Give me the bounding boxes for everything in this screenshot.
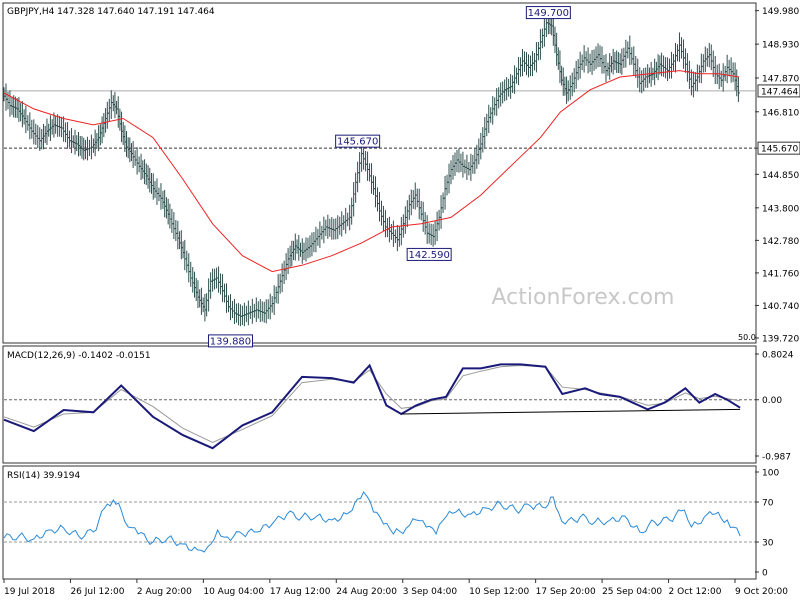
price-tick-label: 140.740 bbox=[762, 302, 799, 312]
x-tick-label: 10 Aug 04:00 bbox=[203, 587, 264, 597]
x-tick-label: 17 Sep 20:00 bbox=[536, 587, 596, 597]
rsi-title: RSI(14) 39.9194 bbox=[7, 471, 80, 481]
watermark: ActionForex.com bbox=[492, 285, 675, 310]
x-tick-label: 9 Oct 20:00 bbox=[735, 587, 788, 597]
price-marker-label: 145.670 bbox=[761, 145, 798, 155]
price-marker: 145.670 bbox=[757, 141, 800, 155]
price-annotation: 142.590 bbox=[406, 247, 452, 261]
price-tick-label: 144.850 bbox=[762, 171, 799, 181]
x-tick-label: 25 Sep 04:00 bbox=[602, 587, 662, 597]
macd-panel bbox=[2, 345, 757, 464]
macd-tick-label: 0.00 bbox=[762, 396, 782, 406]
x-axis: 19 Jul 2018 26 Jul 12:00 2 Aug 20:00 10 Aug… bbox=[3, 579, 788, 597]
x-tick-label: 2 Oct 12:00 bbox=[669, 587, 722, 597]
price-annotation: 149.700 bbox=[525, 6, 571, 19]
x-tick-label: 10 Sep 12:00 bbox=[469, 587, 529, 597]
price-annotation: 139.880 bbox=[207, 334, 253, 348]
x-tick-label: 2 Aug 20:00 bbox=[137, 587, 192, 597]
x-tick-label: 26 Jul 12:00 bbox=[70, 587, 124, 597]
price-tick-label: 141.760 bbox=[762, 269, 799, 279]
price-tick-label: 142.780 bbox=[762, 237, 799, 247]
annotation-label: 145.670 bbox=[337, 137, 378, 148]
rsi-tick-label: 70 bbox=[762, 499, 774, 509]
annotation-label: 142.590 bbox=[408, 250, 449, 261]
rsi-tick-label: 0 bbox=[762, 569, 768, 579]
price-tick-label: 147.870 bbox=[762, 74, 799, 84]
macd-y-axis: 0.8024 0.00 -0.987 bbox=[755, 351, 794, 463]
price-tick-label: 143.800 bbox=[762, 204, 799, 214]
price-marker: 147.464 bbox=[757, 84, 800, 98]
corner-label: 50.0 bbox=[738, 333, 756, 342]
x-tick-label: 19 Jul 2018 bbox=[4, 587, 55, 597]
annotation-label: 139.880 bbox=[210, 336, 251, 347]
price-y-axis: 149.980 148.930 147.870 146.810 145.670 144.8… bbox=[755, 7, 800, 345]
annotation-label: 149.700 bbox=[528, 8, 569, 19]
macd-title: MACD(12,26,9) -0.1402 -0.0151 bbox=[7, 351, 151, 361]
rsi-panel bbox=[2, 465, 757, 580]
rsi-y-axis: 100 70 30 0 bbox=[755, 469, 779, 579]
rsi-tick-label: 100 bbox=[762, 469, 779, 479]
macd-tick-label: -0.987 bbox=[762, 453, 791, 463]
price-tick-label: 148.930 bbox=[762, 41, 799, 51]
rsi-tick-label: 30 bbox=[762, 539, 774, 549]
price-tick-label: 146.810 bbox=[762, 108, 799, 118]
x-tick-label: 3 Sep 04:00 bbox=[403, 587, 458, 597]
x-tick-label: 17 Aug 12:00 bbox=[270, 587, 331, 597]
chart-canvas: ActionForex.com 149.700 145.670 142.590 139… bbox=[2, 2, 800, 597]
price-title: GBPJPY,H4 147.328 147.640 147.191 147.46… bbox=[7, 7, 215, 17]
price-marker-label: 147.464 bbox=[761, 87, 798, 97]
price-tick-label: 139.720 bbox=[762, 335, 799, 345]
price-tick-label: 149.980 bbox=[762, 7, 799, 17]
price-annotation: 145.670 bbox=[335, 134, 381, 148]
x-tick-label: 24 Aug 20:00 bbox=[336, 587, 397, 597]
macd-tick-label: 0.8024 bbox=[762, 351, 794, 361]
